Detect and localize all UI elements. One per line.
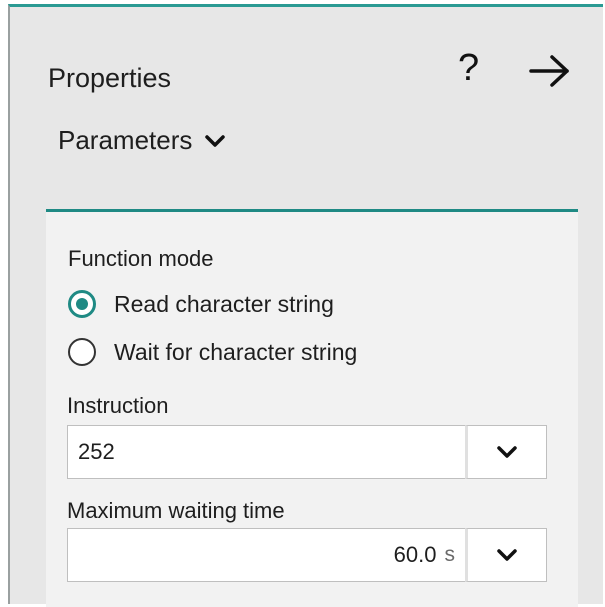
max-wait-dropdown-button[interactable] [465,528,547,582]
radio-label-read: Read character string [114,290,334,317]
radio-read-character-string[interactable]: Read character string [68,290,334,318]
max-wait-value: 60.0 [393,542,437,567]
max-wait-label: Maximum waiting time [67,498,285,523]
instruction-dropdown-button[interactable] [465,425,547,479]
instruction-input[interactable]: 252 [67,425,465,479]
panel-title: Properties [48,63,172,93]
arrow-right-icon[interactable] [528,53,572,89]
radio-label-wait: Wait for character string [114,338,358,365]
radio-selected-icon[interactable] [68,290,96,318]
radio-unselected-icon[interactable] [68,338,96,366]
parameters-card: Function mode Read character string Wait… [46,209,578,607]
instruction-value: 252 [78,439,115,464]
max-wait-unit: s [444,543,456,566]
radio-wait-for-character-string[interactable]: Wait for character string [68,338,357,366]
max-wait-input[interactable]: 60.0 s [67,528,465,582]
chevron-down-icon [497,548,517,561]
chevron-down-icon [205,134,226,147]
properties-panel: Properties ? Parameters Function mode Re… [8,4,603,607]
instruction-label: Instruction [67,393,169,418]
section-title: Parameters [58,125,193,155]
max-wait-field: 60.0 s [67,528,547,582]
chevron-down-icon [497,445,517,458]
parameters-section-toggle[interactable]: Parameters [58,125,226,156]
instruction-field: 252 [67,425,547,479]
help-icon[interactable]: ? [458,49,479,87]
function-mode-label: Function mode [68,246,214,271]
